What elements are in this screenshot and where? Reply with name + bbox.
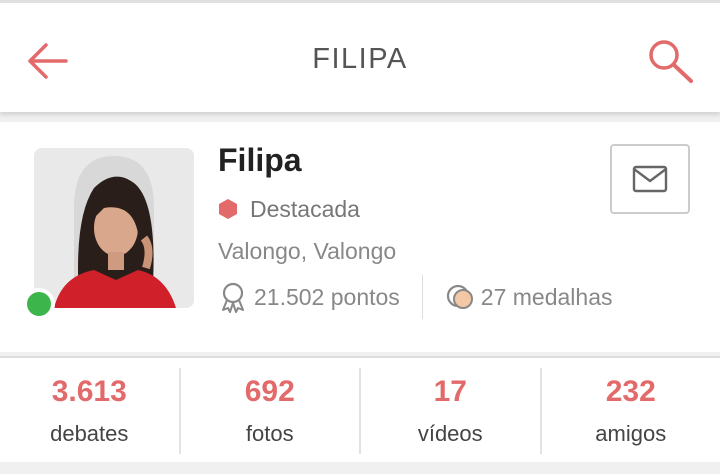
points-stat[interactable]: 21.502 pontos [218, 281, 400, 313]
send-message-button[interactable] [610, 144, 690, 214]
count-label: vídeos [417, 421, 483, 446]
award-icon [222, 282, 244, 313]
count-fotos[interactable]: 692 fotos [181, 368, 361, 454]
count-value: 232 [605, 375, 656, 408]
search-button[interactable] [646, 37, 696, 85]
count-amigos[interactable]: 232 amigos [542, 368, 720, 454]
count-label: debates [50, 421, 129, 446]
top-bar: FILIPA [0, 0, 720, 112]
count-value: 17 [433, 375, 467, 408]
count-value: 3.613 [51, 375, 127, 408]
search-icon [649, 40, 693, 83]
profile-card: Filipa Destacada Valongo, Valongo 21.502… [0, 122, 720, 352]
medals-stat[interactable]: 27 medalhas [445, 282, 613, 312]
stats-divider [421, 275, 423, 319]
count-debates[interactable]: 3.613 debates [0, 368, 181, 454]
online-status-indicator [23, 288, 55, 320]
count-videos[interactable]: 17 vídeos [361, 368, 542, 454]
points-text: 21.502 pontos [254, 283, 400, 310]
envelope-icon [632, 165, 668, 193]
avatar[interactable] [34, 148, 194, 308]
page-title: FILIPA [312, 43, 408, 75]
profile-name: Filipa [218, 142, 302, 178]
location-text: Valongo, Valongo [218, 238, 397, 264]
activity-counts: 3.613 debates 692 fotos 17 vídeos 232 am… [0, 356, 720, 462]
medals-text: 27 medalhas [480, 283, 613, 310]
badge-label: Destacada [250, 195, 360, 222]
count-value: 692 [244, 375, 295, 408]
badge-row: Destacada [218, 194, 360, 224]
count-label: amigos [595, 421, 667, 446]
count-label: fotos [245, 421, 294, 446]
hexagon-badge-icon [218, 198, 238, 220]
medal-icon [446, 284, 473, 309]
avatar-photo [34, 148, 194, 308]
profile-stats: 21.502 pontos 27 medalhas [218, 275, 613, 319]
